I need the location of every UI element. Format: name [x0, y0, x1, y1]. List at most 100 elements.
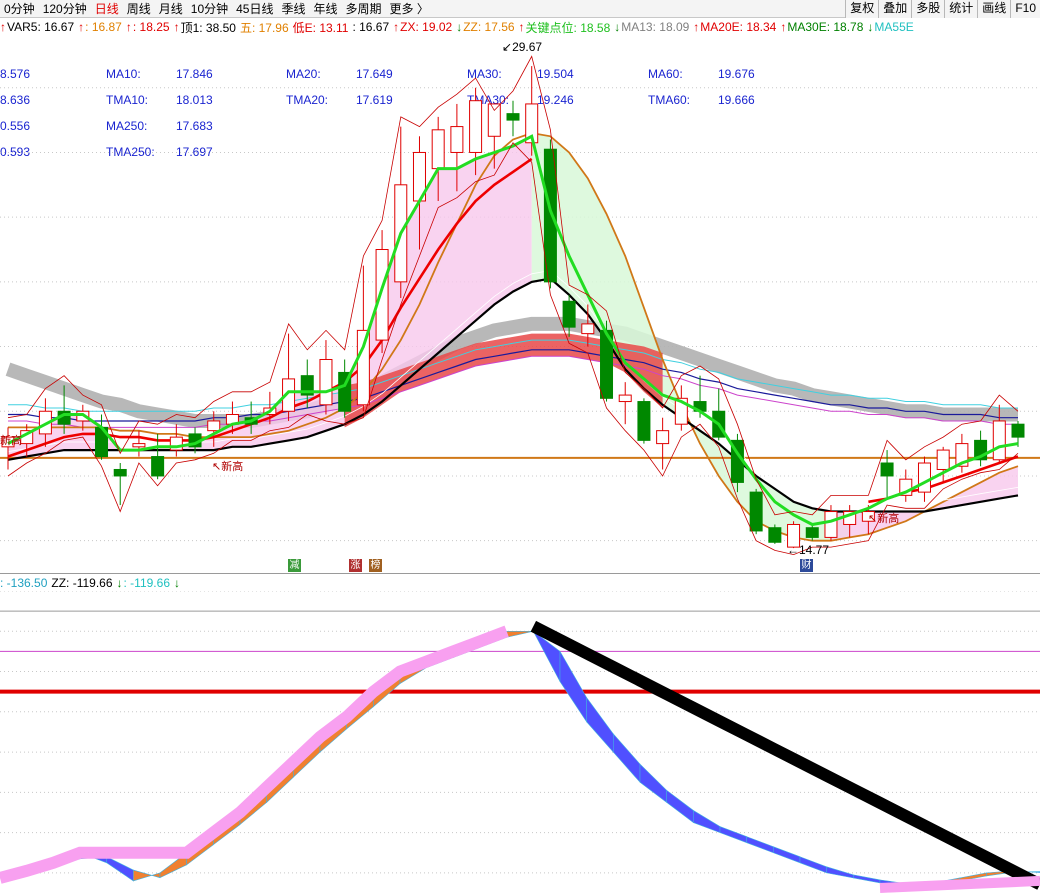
candle-body — [469, 100, 483, 153]
up-arrow-icon: ↑ — [693, 20, 700, 34]
indicator-value: MA20E: 18.34 — [700, 20, 777, 34]
draw-line-button[interactable]: 画线 — [977, 0, 1011, 18]
candle-body — [562, 300, 576, 328]
indicator-value: : 18.25 — [132, 20, 170, 34]
up-arrow-icon: ↑ — [780, 20, 787, 34]
candle-body — [431, 129, 445, 170]
up-arrow-icon: ↑ — [393, 20, 400, 34]
event-arrow-icon: ↖ — [212, 461, 222, 473]
tab-period-0[interactable]: 0分钟 — [0, 0, 39, 18]
sub-pink-step-line — [879, 875, 1040, 893]
multi-stock-button[interactable]: 多股 — [911, 0, 945, 18]
low-price-label: ←14.77 — [787, 543, 830, 557]
event-tag-2: ↖新高 — [212, 461, 244, 473]
toolbar: 0分钟 120分钟 日线 周线 月线 10分钟 45日线 季线 年线 多周期 更多 〉 复权 叠加 多股… — [0, 0, 1040, 18]
sub-down-area — [693, 809, 721, 834]
candle-body — [618, 394, 632, 403]
sub-down-area — [746, 836, 774, 854]
candle-body — [1011, 423, 1025, 438]
candle-body — [805, 527, 819, 538]
candle-body — [207, 420, 221, 432]
candle-body — [375, 249, 389, 341]
sub-down-area — [559, 650, 587, 723]
sub-black-step-line — [530, 620, 1040, 890]
marker-badge-4[interactable]: 财 — [800, 559, 813, 572]
sub-indicator-value: : -119.66 — [123, 575, 170, 590]
event-arrow-icon: ↖ — [868, 513, 878, 525]
candle — [674, 385, 688, 431]
tool-buttons: 复权 叠加 多股 统计 画线 F10 — [845, 0, 1040, 18]
event-tag-1: 新高 — [0, 435, 22, 447]
overlay-button[interactable]: 叠加 — [878, 0, 912, 18]
candle-body — [450, 126, 464, 153]
sub-down-area — [799, 856, 827, 874]
indicator-value: VAR5: 16.67 — [7, 20, 75, 34]
candlestick-chart[interactable] — [0, 36, 1040, 573]
candle — [936, 446, 950, 483]
tab-period-10[interactable]: 更多 〉 — [386, 0, 433, 18]
candle — [656, 417, 670, 470]
tab-period-3[interactable]: 周线 — [123, 0, 155, 18]
indicator-value: 低E: 13.11 — [292, 20, 349, 35]
sub-down-area — [586, 696, 614, 753]
candle-body — [506, 113, 520, 121]
candle-body — [637, 401, 651, 441]
indicator-value: MA30E: 18.78 — [787, 20, 864, 34]
indicator-value: 五: 17.96 — [239, 20, 289, 35]
restore-rights-button[interactable]: 复权 — [845, 0, 879, 18]
down-arrow-icon: ↓ — [174, 575, 180, 590]
tab-period-6[interactable]: 45日线 — [232, 0, 277, 18]
indicator-value: ZZ: 17.56 — [463, 20, 515, 34]
candle-body — [543, 148, 557, 283]
candle-body — [151, 456, 165, 477]
sub-pink-step-line — [0, 625, 509, 884]
up-arrow-icon: ↑ — [173, 20, 180, 34]
marker-badge-3[interactable]: 榜 — [369, 559, 382, 572]
tab-period-4[interactable]: 月线 — [155, 0, 187, 18]
sub-up-area — [506, 630, 534, 638]
candle-body — [768, 527, 782, 543]
indicator-value: 关键点位: 18.58 — [525, 20, 611, 35]
sub-down-area — [853, 874, 881, 884]
tab-period-1[interactable]: 120分钟 — [39, 0, 91, 18]
candle-body — [936, 449, 950, 470]
down-arrow-icon: ↓ — [867, 20, 874, 34]
indicator-value: : 16.87 — [85, 20, 122, 34]
candle — [749, 488, 763, 535]
indicator-value: MA13: 18.09 — [621, 20, 690, 34]
sub-down-area — [826, 866, 854, 879]
down-arrow-icon: ↓ — [614, 20, 621, 34]
candle — [618, 382, 632, 425]
marker-badge-1[interactable]: 减 — [288, 559, 301, 572]
candle-body — [113, 468, 127, 477]
statistics-button[interactable]: 统计 — [944, 0, 978, 18]
hi-arrow-icon: ↙ — [502, 40, 513, 54]
marker-badge-2[interactable]: 涨 — [349, 559, 362, 572]
candle-body — [319, 358, 333, 406]
candle — [338, 359, 352, 418]
sub-down-area — [106, 856, 134, 882]
tab-period-9[interactable]: 多周期 — [342, 0, 386, 18]
candle — [319, 340, 333, 415]
sub-down-area — [666, 789, 694, 824]
sub-indicator-chart[interactable] — [0, 591, 1040, 893]
up-arrow-icon: ↑ — [518, 20, 525, 34]
sub-up-area — [133, 869, 161, 882]
stock-chart-window: 0分钟 120分钟 日线 周线 月线 10分钟 45日线 季线 年线 多周期 更多 〉 复权 叠加 多股… — [0, 0, 1040, 893]
tab-period-2[interactable]: 日线 — [91, 0, 123, 18]
indicator-value: 顶1: 38.50 — [180, 20, 236, 35]
down-arrow-icon: ↓ — [456, 20, 463, 34]
down-arrow-icon: ↓ — [116, 575, 123, 590]
candle-body — [824, 511, 838, 538]
candle — [132, 430, 146, 457]
indicator-info-line: ↑ VAR5: 16.67 ↑: 16.87 ↑: 18.25 ↑ 顶1: 38.50 五:… — [0, 18, 1040, 36]
tab-period-5[interactable]: 10分钟 — [187, 0, 232, 18]
f10-button[interactable]: F10 — [1010, 0, 1040, 18]
candle-body — [992, 420, 1006, 461]
sub-indicator-info-line: : -136.50 ZZ: -119.66 ↓: -119.66 ↓ — [0, 573, 1040, 591]
candle — [974, 430, 988, 467]
candle — [169, 424, 183, 457]
tab-period-8[interactable]: 年线 — [310, 0, 342, 18]
candle-body — [917, 462, 931, 493]
tab-period-7[interactable]: 季线 — [277, 0, 309, 18]
